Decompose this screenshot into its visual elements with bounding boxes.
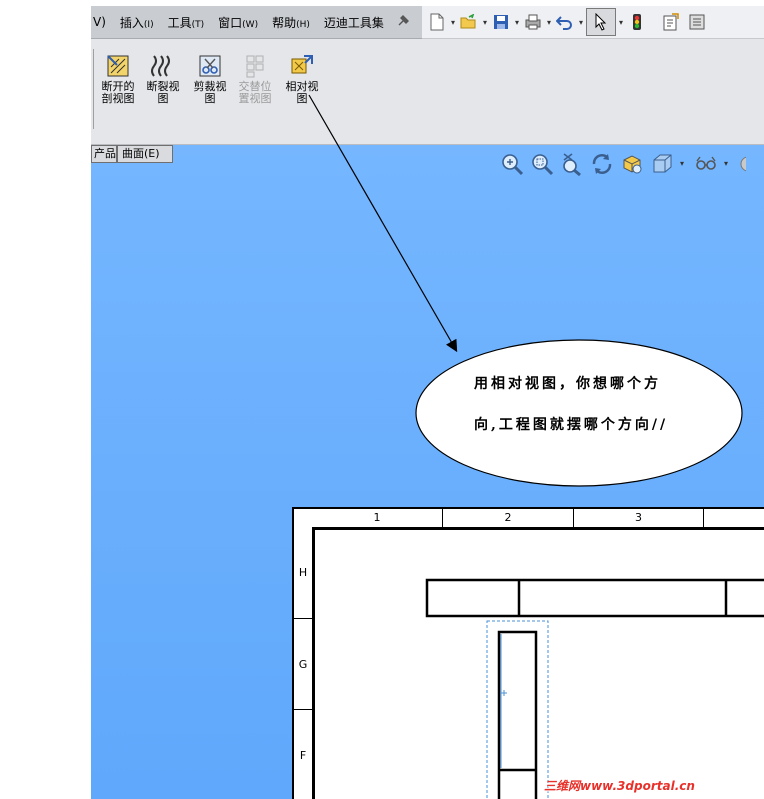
tab-products-partial[interactable]: 产品: [91, 145, 117, 163]
command-manager-divider: [93, 49, 94, 129]
open-dropdown-icon[interactable]: ▾: [480, 18, 490, 27]
menu-insert-label: 插入: [119, 15, 144, 30]
crop-view-button[interactable]: 剪裁视 图: [188, 53, 232, 105]
menu-insert[interactable]: 插入(I): [113, 14, 161, 31]
relative-view-label-2: 图: [296, 92, 308, 105]
menu-view-partial[interactable]: V): [91, 15, 113, 29]
broken-out-section-icon: [105, 53, 131, 79]
menu-help-label: 帮助: [272, 15, 297, 30]
alternate-position-view-button[interactable]: 交替位 置视图: [233, 53, 277, 105]
command-manager: 断开的 剖视图 断裂视 图 剪裁视 图 交替位 置视图 相对视 图: [91, 39, 764, 145]
display-style-icon[interactable]: [620, 152, 644, 176]
menu-bar: V) 插入(I) 工具(T) 窗口(W) 帮助(H) 迈迪工具集: [91, 6, 422, 39]
front-view-outline: [497, 630, 538, 799]
relative-view-icon: [289, 53, 315, 79]
new-dropdown-icon[interactable]: ▾: [448, 18, 458, 27]
menu-maidi-tools[interactable]: 迈迪工具集: [317, 14, 391, 31]
callout-text-line-2: 向,工程图就摆哪个方向//: [474, 417, 669, 433]
standard-toolbar: ▾ ▾ ▾ ▾ ▾ ▾: [422, 6, 764, 39]
view-origin-marker: [501, 690, 507, 696]
command-manager-tabs: 产品 曲面(E): [91, 145, 173, 163]
menu-maidi-label: 迈迪工具集: [323, 15, 384, 30]
options-icon[interactable]: [686, 11, 708, 33]
menu-insert-key: (I): [143, 19, 154, 30]
crop-view-icon: [197, 53, 223, 79]
menu-tools-key: (T): [191, 19, 205, 30]
menu-window[interactable]: 窗口(W): [211, 14, 265, 31]
zoom-to-area-icon[interactable]: [530, 152, 554, 176]
rotate-view-icon[interactable]: [590, 152, 614, 176]
menu-help[interactable]: 帮助(H): [265, 14, 317, 31]
open-folder-icon[interactable]: [458, 11, 480, 33]
menu-tools[interactable]: 工具(T): [161, 14, 212, 31]
appearance-icon-partial[interactable]: [738, 152, 756, 176]
crop-view-label-2: 图: [204, 92, 216, 105]
view-orientation-dropdown-icon[interactable]: ▾: [680, 152, 688, 176]
menu-window-label: 窗口: [218, 15, 243, 30]
menu-tools-label: 工具: [167, 15, 192, 30]
pin-icon[interactable]: [397, 13, 411, 31]
broken-out-section-label-2: 剖视图: [101, 92, 135, 105]
document-left-margin: [0, 0, 91, 799]
rebuild-traffic-light-icon[interactable]: [626, 11, 648, 33]
drawing-views: [425, 578, 764, 799]
relative-view-button[interactable]: 相对视 图: [280, 53, 324, 105]
zoom-to-fit-icon[interactable]: [500, 152, 524, 176]
new-document-icon[interactable]: [426, 11, 448, 33]
previous-view-icon[interactable]: [560, 152, 584, 177]
alternate-position-view-label-2: 置视图: [238, 92, 272, 105]
undo-dropdown-icon[interactable]: ▾: [576, 18, 586, 27]
view-selection-box: [486, 620, 549, 799]
save-icon[interactable]: [490, 11, 512, 33]
break-view-label-2: 图: [157, 92, 169, 105]
print-dropdown-icon[interactable]: ▾: [544, 18, 554, 27]
drawing-sheet[interactable]: 1 2 3 H G F: [292, 507, 764, 799]
view-orientation-cube-icon[interactable]: [650, 152, 674, 176]
menu-window-key: (W): [242, 19, 259, 30]
heads-up-view-toolbar: ▾ ▾: [500, 150, 756, 178]
hide-show-dropdown-icon[interactable]: ▾: [724, 152, 732, 176]
hide-show-items-icon[interactable]: [694, 152, 718, 176]
solidworks-window: V) 插入(I) 工具(T) 窗口(W) 帮助(H) 迈迪工具集 ▾ ▾ ▾ ▾…: [0, 0, 764, 799]
break-view-icon: [150, 53, 176, 79]
print-icon[interactable]: [522, 11, 544, 33]
break-view-button[interactable]: 断裂视 图: [141, 53, 185, 105]
menu-help-key: (H): [296, 19, 310, 30]
broken-out-section-button[interactable]: 断开的 剖视图: [96, 53, 140, 105]
select-pointer-icon[interactable]: [586, 8, 616, 36]
select-dropdown-icon[interactable]: ▾: [616, 18, 626, 27]
callout-text-line-1: 用相对视图，你想哪个方: [474, 376, 661, 392]
top-view-outline: [425, 578, 764, 618]
tab-surfaces[interactable]: 曲面(E): [117, 145, 173, 163]
file-properties-icon[interactable]: [660, 11, 682, 33]
save-dropdown-icon[interactable]: ▾: [512, 18, 522, 27]
site-watermark: 三维网www.3dportal.cn: [544, 779, 695, 793]
undo-icon[interactable]: [554, 11, 576, 33]
alternate-position-view-icon: [242, 53, 268, 79]
